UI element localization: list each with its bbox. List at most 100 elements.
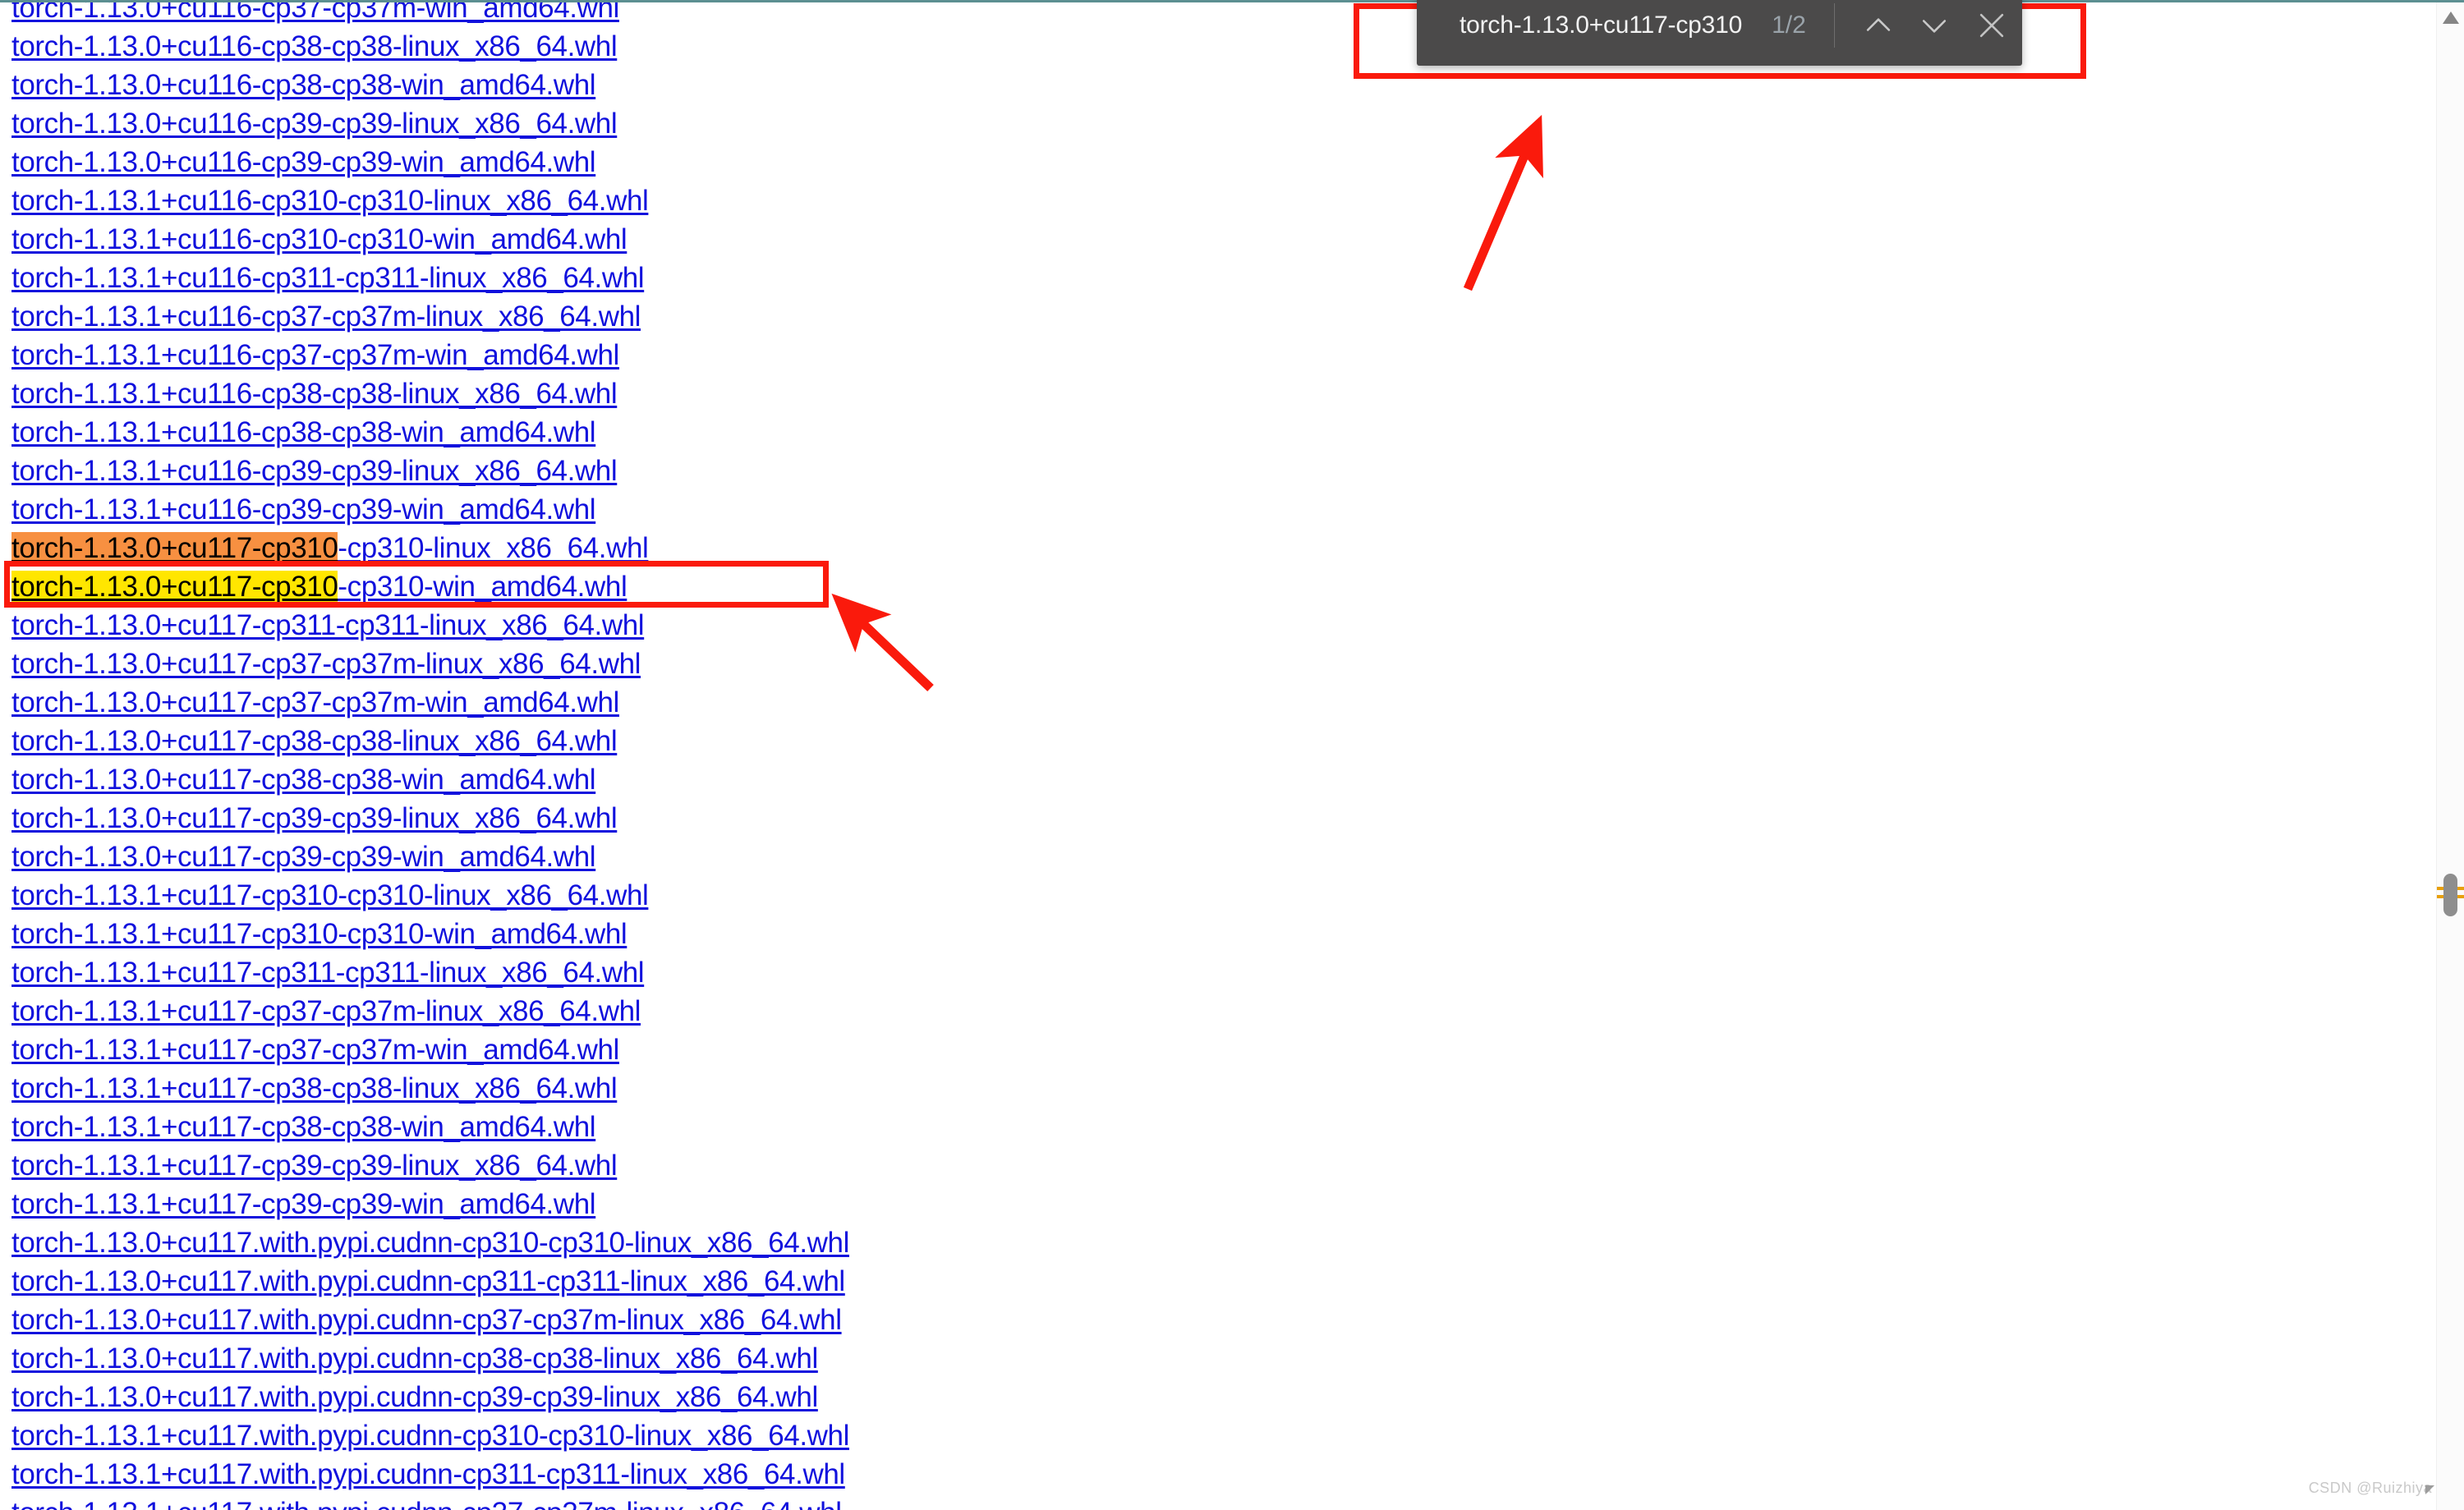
list-item: torch-1.13.0+cu117-cp39-cp39-linux_x86_6… (11, 799, 849, 838)
list-item: torch-1.13.0+cu117.with.pypi.cudnn-cp310… (11, 1223, 849, 1262)
scroll-up-arrow-icon[interactable] (2443, 11, 2459, 24)
wheel-download-link[interactable]: torch-1.13.1+cu116-cp39-cp39-linux_x86_6… (11, 455, 618, 487)
link-text: torch-1.13.1+cu117-cp37-cp37m-linux_x86_… (11, 995, 641, 1027)
link-text: torch-1.13.1+cu116-cp310-cp310-linux_x86… (11, 185, 649, 217)
link-text: -cp310-win_amd64.whl (338, 571, 627, 603)
list-item: torch-1.13.0+cu117-cp38-cp38-linux_x86_6… (11, 722, 849, 760)
watermark: CSDN @Ruizhiya (2309, 1480, 2434, 1497)
wheel-download-link[interactable]: torch-1.13.0+cu116-cp38-cp38-win_amd64.w… (11, 69, 596, 101)
wheel-download-link[interactable]: torch-1.13.1+cu117-cp39-cp39-linux_x86_6… (11, 1150, 618, 1182)
wheel-download-link[interactable]: torch-1.13.0+cu116-cp39-cp39-win_amd64.w… (11, 146, 596, 178)
link-text: torch-1.13.1+cu116-cp39-cp39-win_amd64.w… (11, 493, 596, 526)
link-text: torch-1.13.0+cu116-cp37-cp37m-win_amd64.… (11, 0, 619, 24)
list-item: torch-1.13.0+cu117-cp37-cp37m-linux_x86_… (11, 645, 849, 683)
wheel-download-link[interactable]: torch-1.13.1+cu117-cp39-cp39-win_amd64.w… (11, 1188, 596, 1220)
list-item: torch-1.13.1+cu116-cp38-cp38-linux_x86_6… (11, 374, 849, 413)
wheel-download-link[interactable]: torch-1.13.1+cu116-cp38-cp38-win_amd64.w… (11, 416, 596, 448)
wheel-download-link[interactable]: torch-1.13.1+cu117-cp311-cp311-linux_x86… (11, 957, 645, 989)
list-item: torch-1.13.0+cu117-cp310-cp310-linux_x86… (11, 529, 849, 567)
link-text: torch-1.13.0+cu117.with.pypi.cudnn-cp39-… (11, 1381, 818, 1413)
link-text: torch-1.13.1+cu117.with.pypi.cudnn-cp311… (11, 1458, 845, 1490)
wheel-download-link[interactable]: torch-1.13.1+cu117-cp38-cp38-win_amd64.w… (11, 1111, 596, 1143)
list-item: torch-1.13.1+cu116-cp37-cp37m-win_amd64.… (11, 336, 849, 374)
link-text: torch-1.13.0+cu116-cp39-cp39-win_amd64.w… (11, 146, 596, 178)
list-item: torch-1.13.0+cu117.with.pypi.cudnn-cp311… (11, 1262, 849, 1301)
wheel-download-link[interactable]: torch-1.13.1+cu117-cp37-cp37m-linux_x86_… (11, 995, 641, 1027)
link-text: torch-1.13.1+cu117-cp310-cp310-win_amd64… (11, 918, 627, 950)
list-item: torch-1.13.0+cu117-cp38-cp38-win_amd64.w… (11, 760, 849, 799)
link-text: torch-1.13.0+cu117-cp38-cp38-win_amd64.w… (11, 764, 596, 796)
wheel-download-link[interactable]: torch-1.13.0+cu117-cp37-cp37m-linux_x86_… (11, 648, 641, 680)
wheel-download-link[interactable]: torch-1.13.1+cu116-cp311-cp311-linux_x86… (11, 262, 645, 294)
link-text: torch-1.13.1+cu117-cp39-cp39-linux_x86_6… (11, 1150, 618, 1182)
wheel-download-link[interactable]: torch-1.13.0+cu116-cp37-cp37m-win_amd64.… (11, 0, 619, 24)
list-item: torch-1.13.1+cu117-cp39-cp39-win_amd64.w… (11, 1185, 849, 1223)
wheel-download-link[interactable]: torch-1.13.1+cu117.with.pypi.cudnn-cp310… (11, 1420, 849, 1452)
list-item: torch-1.13.1+cu117.with.pypi.cudnn-cp311… (11, 1455, 849, 1494)
find-bar-divider (1833, 3, 1835, 48)
wheel-link-list: torch-1.13.0+cu116-cp37-cp37m-win_amd64.… (11, 0, 849, 1510)
wheel-download-link[interactable]: torch-1.13.0+cu117-cp311-cp311-linux_x86… (11, 609, 645, 641)
list-item: torch-1.13.1+cu117-cp38-cp38-linux_x86_6… (11, 1069, 849, 1108)
vertical-scrollbar[interactable] (2436, 0, 2464, 1510)
wheel-download-link[interactable]: torch-1.13.0+cu117-cp38-cp38-win_amd64.w… (11, 764, 596, 796)
find-close-button[interactable] (1966, 0, 2017, 51)
scrollbar-thumb[interactable] (2443, 874, 2457, 916)
link-text: torch-1.13.1+cu117-cp311-cp311-linux_x86… (11, 957, 645, 989)
cursor-triangle-icon (2425, 1485, 2434, 1494)
wheel-download-link[interactable]: torch-1.13.0+cu117-cp38-cp38-linux_x86_6… (11, 725, 618, 757)
wheel-download-link[interactable]: torch-1.13.1+cu116-cp37-cp37m-win_amd64.… (11, 339, 619, 371)
link-text: torch-1.13.0+cu117-cp39-cp39-win_amd64.w… (11, 841, 596, 873)
link-text: torch-1.13.1+cu116-cp39-cp39-linux_x86_6… (11, 455, 618, 487)
wheel-download-link[interactable]: torch-1.13.0+cu116-cp38-cp38-linux_x86_6… (11, 30, 618, 62)
wheel-download-link[interactable]: torch-1.13.0+cu117-cp37-cp37m-win_amd64.… (11, 686, 619, 718)
active-find-match: torch-1.13.0+cu117-cp310 (11, 532, 338, 564)
list-item: torch-1.13.0+cu116-cp38-cp38-linux_x86_6… (11, 27, 849, 66)
list-item: torch-1.13.1+cu116-cp39-cp39-linux_x86_6… (11, 452, 849, 490)
list-item: torch-1.13.1+cu117.with.pypi.cudnn-cp310… (11, 1416, 849, 1455)
wheel-download-link[interactable]: torch-1.13.1+cu117.with.pypi.cudnn-cp311… (11, 1458, 845, 1490)
link-text: torch-1.13.0+cu117-cp39-cp39-linux_x86_6… (11, 802, 618, 834)
wheel-download-link[interactable]: torch-1.13.0+cu116-cp39-cp39-linux_x86_6… (11, 108, 618, 140)
find-match-counter: 1/2 (1772, 11, 1806, 39)
wheel-download-link[interactable]: torch-1.13.0+cu117-cp310-cp310-linux_x86… (11, 532, 649, 564)
list-item: torch-1.13.0+cu117.with.pypi.cudnn-cp38-… (11, 1339, 849, 1378)
list-item: torch-1.13.1+cu117-cp310-cp310-win_amd64… (11, 915, 849, 953)
list-item: torch-1.13.0+cu117-cp311-cp311-linux_x86… (11, 606, 849, 645)
chevron-down-icon (1916, 7, 1952, 44)
wheel-download-link[interactable]: torch-1.13.1+cu117-cp310-cp310-linux_x86… (11, 879, 649, 911)
list-item: torch-1.13.1+cu117-cp311-cp311-linux_x86… (11, 953, 849, 992)
find-input[interactable]: torch-1.13.0+cu117-cp310 (1460, 11, 1742, 39)
link-text: torch-1.13.1+cu116-cp311-cp311-linux_x86… (11, 262, 645, 294)
wheel-download-link[interactable]: torch-1.13.1+cu116-cp39-cp39-win_amd64.w… (11, 493, 596, 526)
close-icon (1974, 7, 2010, 44)
link-text: -cp310-linux_x86_64.whl (338, 532, 649, 564)
link-text: torch-1.13.1+cu117-cp38-cp38-linux_x86_6… (11, 1072, 618, 1104)
list-item: torch-1.13.0+cu117-cp310-cp310-win_amd64… (11, 567, 849, 606)
link-text: torch-1.13.1+cu116-cp38-cp38-linux_x86_6… (11, 378, 618, 410)
wheel-download-link[interactable]: torch-1.13.0+cu117.with.pypi.cudnn-cp310… (11, 1227, 849, 1259)
wheel-download-link[interactable]: torch-1.13.1+cu116-cp310-cp310-linux_x86… (11, 185, 649, 217)
find-next-button[interactable] (1909, 0, 1960, 51)
wheel-download-link[interactable]: torch-1.13.1+cu117-cp38-cp38-linux_x86_6… (11, 1072, 618, 1104)
wheel-download-link[interactable]: torch-1.13.0+cu117.with.pypi.cudnn-cp311… (11, 1265, 845, 1297)
list-item: torch-1.13.0+cu117.with.pypi.cudnn-cp37-… (11, 1301, 849, 1339)
wheel-download-link[interactable]: torch-1.13.0+cu117.with.pypi.cudnn-cp38-… (11, 1342, 818, 1375)
find-previous-button[interactable] (1853, 0, 1904, 51)
list-item: torch-1.13.1+cu116-cp311-cp311-linux_x86… (11, 259, 849, 297)
list-item: torch-1.13.1+cu116-cp310-cp310-win_amd64… (11, 220, 849, 259)
wheel-download-link[interactable]: torch-1.13.1+cu117-cp310-cp310-win_amd64… (11, 918, 627, 950)
wheel-download-link[interactable]: torch-1.13.0+cu117.with.pypi.cudnn-cp37-… (11, 1304, 842, 1336)
wheel-download-link[interactable]: torch-1.13.0+cu117-cp310-cp310-win_amd64… (11, 571, 627, 603)
link-text: torch-1.13.0+cu117.with.pypi.cudnn-cp311… (11, 1265, 845, 1297)
link-text: torch-1.13.1+cu117-cp37-cp37m-win_amd64.… (11, 1034, 619, 1066)
wheel-download-link[interactable]: torch-1.13.1+cu116-cp310-cp310-win_amd64… (11, 223, 627, 255)
wheel-download-link[interactable]: torch-1.13.1+cu117-cp37-cp37m-win_amd64.… (11, 1034, 619, 1066)
wheel-download-link[interactable]: torch-1.13.1+cu116-cp38-cp38-linux_x86_6… (11, 378, 618, 410)
wheel-download-link[interactable]: torch-1.13.0+cu117.with.pypi.cudnn-cp39-… (11, 1381, 818, 1413)
wheel-download-link[interactable]: torch-1.13.1+cu117.with.pypi.cudnn-cp37-… (11, 1497, 842, 1510)
wheel-download-link[interactable]: torch-1.13.0+cu117-cp39-cp39-linux_x86_6… (11, 802, 618, 834)
wheel-download-link[interactable]: torch-1.13.0+cu117-cp39-cp39-win_amd64.w… (11, 841, 596, 873)
list-item: torch-1.13.1+cu117.with.pypi.cudnn-cp37-… (11, 1494, 849, 1510)
wheel-download-link[interactable]: torch-1.13.1+cu116-cp37-cp37m-linux_x86_… (11, 301, 641, 333)
